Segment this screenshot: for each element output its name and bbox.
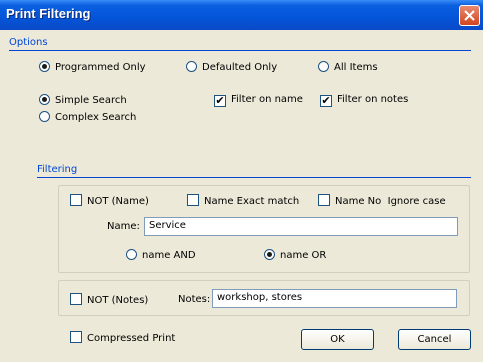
checkbox-indicator[interactable] bbox=[70, 194, 82, 206]
checkbox-indicator[interactable] bbox=[70, 331, 82, 343]
check-filter-on-notes[interactable]: ✔ Filter on notes bbox=[320, 94, 408, 107]
radio-programmed-only[interactable]: Programmed Only bbox=[39, 61, 146, 73]
radio-label: Programmed Only bbox=[55, 62, 146, 73]
checkbox-label: Filter on notes bbox=[337, 94, 409, 105]
checkbox-indicator[interactable] bbox=[70, 293, 82, 305]
radio-simple-search[interactable]: Simple Search bbox=[39, 94, 127, 106]
checkbox-indicator[interactable]: ✔ bbox=[214, 95, 226, 107]
checkbox-label: Compressed Print bbox=[87, 333, 176, 344]
radio-label: Defaulted Only bbox=[202, 62, 278, 73]
title-bar: Print Filtering bbox=[0, 0, 483, 30]
filtering-divider bbox=[37, 177, 471, 178]
notes-input[interactable]: workshop, stores bbox=[212, 289, 457, 308]
radio-indicator[interactable] bbox=[264, 249, 275, 260]
filtering-section-label: Filtering bbox=[37, 164, 78, 175]
name-input[interactable]: Service bbox=[144, 217, 458, 236]
radio-indicator[interactable] bbox=[126, 249, 137, 260]
options-section-label: Options bbox=[9, 37, 48, 48]
check-filter-on-name[interactable]: ✔ Filter on name bbox=[214, 94, 303, 107]
radio-label: name OR bbox=[280, 250, 327, 261]
radio-indicator[interactable] bbox=[39, 61, 50, 72]
radio-name-and[interactable]: name AND bbox=[126, 249, 196, 261]
options-divider bbox=[9, 50, 471, 51]
checkbox-label: NOT (Notes) bbox=[87, 295, 149, 306]
radio-indicator[interactable] bbox=[39, 111, 50, 122]
radio-name-or[interactable]: name OR bbox=[264, 249, 326, 261]
radio-indicator[interactable] bbox=[39, 94, 50, 105]
checkbox-label: NOT (Name) bbox=[87, 196, 149, 207]
radio-label: All Items bbox=[334, 62, 378, 73]
ok-button[interactable]: OK bbox=[301, 329, 374, 350]
check-name-no-ignore-case[interactable]: Name No Ignore case bbox=[318, 194, 446, 207]
window-title: Print Filtering bbox=[6, 6, 91, 21]
radio-indicator[interactable] bbox=[318, 61, 329, 72]
radio-indicator[interactable] bbox=[186, 61, 197, 72]
checkbox-indicator[interactable] bbox=[187, 194, 199, 206]
radio-all-items[interactable]: All Items bbox=[318, 61, 378, 73]
check-compressed-print[interactable]: Compressed Print bbox=[70, 331, 175, 344]
radio-label: name AND bbox=[142, 250, 196, 261]
close-button[interactable] bbox=[459, 5, 480, 26]
cancel-button[interactable]: Cancel bbox=[398, 329, 471, 350]
check-name-exact-match[interactable]: Name Exact match bbox=[187, 194, 299, 207]
checkbox-label: Filter on name bbox=[231, 94, 303, 105]
check-not-notes[interactable]: NOT (Notes) bbox=[70, 293, 148, 306]
checkbox-label: Name No Ignore case bbox=[335, 196, 446, 207]
radio-complex-search[interactable]: Complex Search bbox=[39, 111, 136, 123]
notes-field-label: Notes: bbox=[178, 294, 211, 305]
checkbox-indicator[interactable]: ✔ bbox=[320, 95, 332, 107]
radio-label: Complex Search bbox=[55, 112, 137, 123]
radio-label: Simple Search bbox=[55, 95, 127, 106]
check-not-name[interactable]: NOT (Name) bbox=[70, 194, 149, 207]
name-field-label: Name: bbox=[107, 221, 140, 232]
checkbox-indicator[interactable] bbox=[318, 194, 330, 206]
close-icon bbox=[464, 10, 475, 21]
checkbox-label: Name Exact match bbox=[204, 196, 300, 207]
radio-defaulted-only[interactable]: Defaulted Only bbox=[186, 61, 277, 73]
